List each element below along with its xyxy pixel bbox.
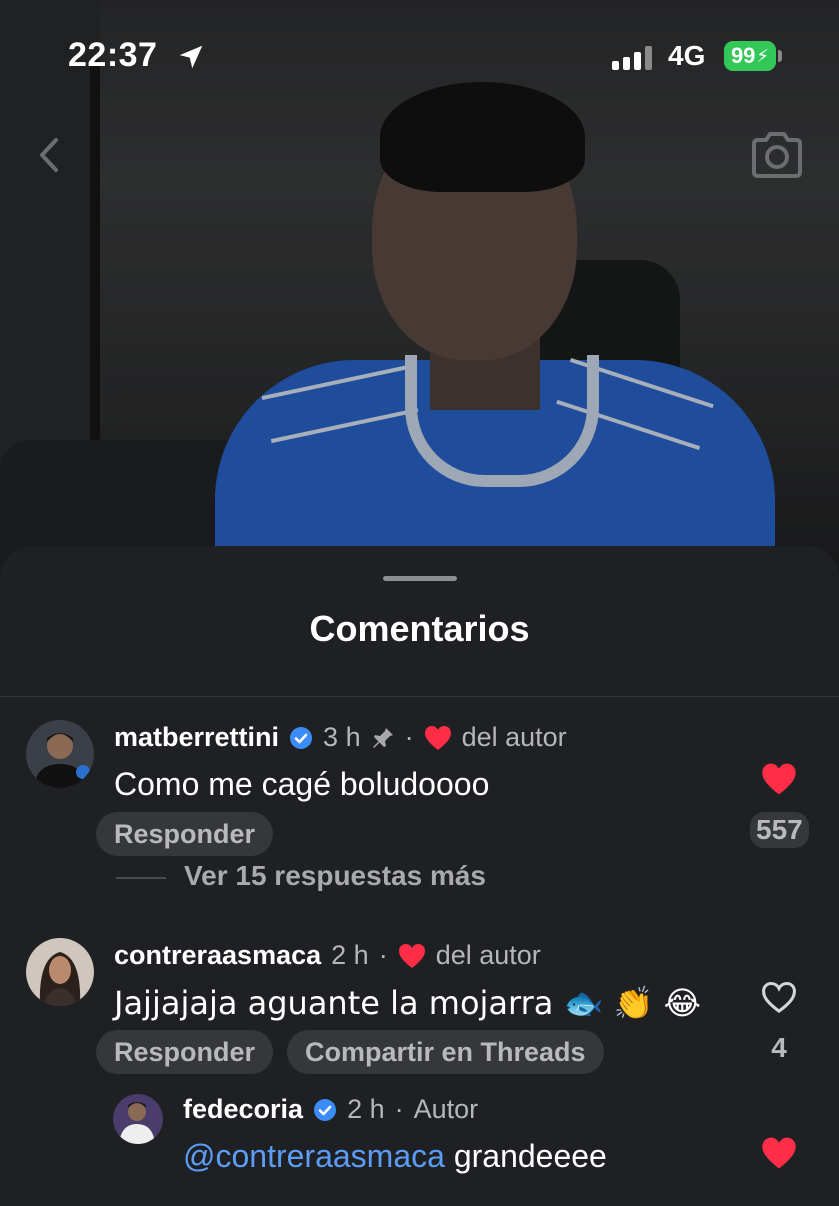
- comment-meta: matberrettini 3 h · del autor: [114, 722, 567, 753]
- comment-meta: contreraasmaca 2 h · del autor: [114, 940, 541, 971]
- divider: [0, 696, 839, 697]
- author-liked-heart-icon: [398, 943, 425, 968]
- heart-filled-icon[interactable]: [761, 762, 797, 796]
- battery-icon: 99 ⚡: [724, 41, 776, 71]
- comment-text: Jajjajaja aguante la mojarra 🐟 👏 😂: [114, 984, 701, 1022]
- sheet-title: Comentarios: [309, 608, 530, 649]
- heart-outline-icon[interactable]: [761, 980, 797, 1014]
- comment-time: 3 h: [323, 722, 361, 752]
- signal-icon: [612, 46, 652, 70]
- share-threads-button[interactable]: Compartir en Threads: [287, 1030, 604, 1074]
- username[interactable]: matberrettini: [114, 722, 279, 753]
- author-like-label: del autor: [461, 722, 567, 752]
- comment-text: @contreraasmaca grandeeee: [183, 1138, 607, 1175]
- reply-text: grandeeee: [453, 1138, 607, 1174]
- reply-button[interactable]: Responder: [96, 812, 274, 856]
- avatar[interactable]: [113, 1094, 163, 1144]
- author-badge: Autor: [413, 1094, 479, 1124]
- location-arrow-icon: [179, 45, 203, 69]
- author-like-label: del autor: [435, 940, 541, 970]
- chevron-left-icon[interactable]: [30, 132, 70, 178]
- verified-badge-icon: [314, 1098, 337, 1121]
- comment-time: 2 h: [347, 1094, 385, 1124]
- avatar[interactable]: [26, 938, 94, 1006]
- replies-line: [116, 877, 166, 879]
- view-replies-link[interactable]: Ver 15 respuestas más: [184, 860, 486, 892]
- battery-level: 99: [730, 43, 756, 68]
- author-liked-heart-icon: [424, 725, 451, 750]
- clock: 22:37: [68, 36, 158, 74]
- comment-text: Como me cagé boludoooo: [114, 766, 490, 802]
- pin-icon: [372, 727, 393, 748]
- heart-filled-icon[interactable]: [761, 1136, 797, 1170]
- camera-icon[interactable]: [748, 128, 806, 182]
- username[interactable]: contreraasmaca: [114, 940, 321, 971]
- comment-time: 2 h: [331, 940, 369, 970]
- comment-meta: fedecoria 2 h · Autor: [183, 1094, 479, 1125]
- reply-button[interactable]: Responder: [96, 1030, 274, 1074]
- username[interactable]: fedecoria: [183, 1094, 303, 1125]
- comments-sheet: Comentarios matberrettini 3 h · del auto…: [0, 546, 839, 1206]
- verified-badge-icon: [290, 726, 313, 749]
- sheet-grabber[interactable]: [383, 576, 457, 581]
- network-type: 4G: [668, 40, 706, 71]
- like-count: 557: [750, 812, 809, 848]
- status-bar: 22:37 4G 99 ⚡: [0, 0, 839, 110]
- avatar[interactable]: [26, 720, 94, 788]
- like-count: 4: [771, 1032, 787, 1063]
- mention-link[interactable]: @contreraasmaca: [183, 1138, 445, 1174]
